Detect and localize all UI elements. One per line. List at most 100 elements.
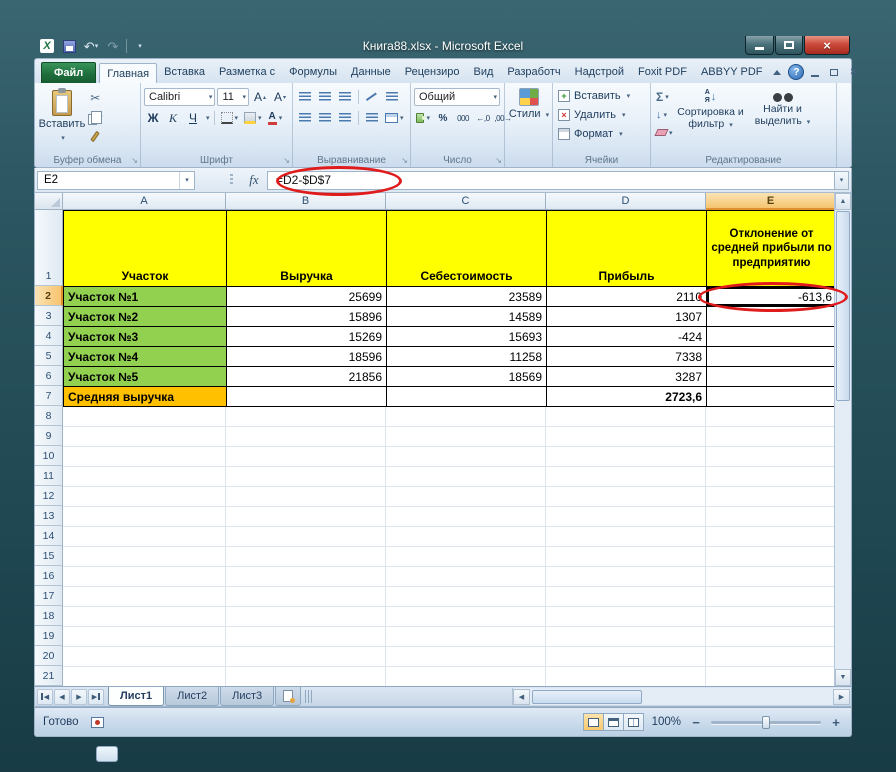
last-sheet-button[interactable]: ▶: [88, 689, 104, 705]
merge-center-button[interactable]: ▾: [383, 109, 406, 127]
row-header-16[interactable]: 16: [35, 566, 63, 586]
cell-D3[interactable]: 1307: [547, 307, 707, 327]
insert-cells-button[interactable]: +Вставить▾: [556, 86, 647, 105]
qat-customize-button[interactable]: ▾: [131, 37, 149, 55]
redo-button[interactable]: ↷: [104, 37, 122, 55]
zoom-out-button[interactable]: −: [689, 715, 703, 730]
tab-review[interactable]: Рецензиро: [398, 62, 467, 83]
number-format-select[interactable]: Общий▾: [414, 88, 500, 106]
cell-B1[interactable]: Выручка: [227, 211, 387, 287]
cell-A3[interactable]: Участок №2: [64, 307, 227, 327]
align-middle-button[interactable]: [316, 88, 334, 106]
cell-A5[interactable]: Участок №4: [64, 347, 227, 367]
workbook-minimize-button[interactable]: [807, 64, 823, 80]
cell-C6[interactable]: 18569: [387, 367, 547, 387]
italic-button[interactable]: К: [164, 109, 182, 127]
col-header-C[interactable]: C: [386, 193, 546, 210]
name-box[interactable]: E2 ▾: [37, 171, 195, 190]
tab-foxit-pdf[interactable]: Foxit PDF: [631, 62, 694, 83]
first-sheet-button[interactable]: ◀: [37, 689, 53, 705]
cell-C3[interactable]: 14589: [387, 307, 547, 327]
row-header-10[interactable]: 10: [35, 446, 63, 466]
scroll-up-button[interactable]: ▲: [835, 193, 851, 210]
save-button[interactable]: [60, 37, 78, 55]
cell-D4[interactable]: -424: [547, 327, 707, 347]
find-select-button[interactable]: Найти и выделить ▾: [747, 86, 819, 152]
tab-data[interactable]: Данные: [344, 62, 398, 83]
cell-B7[interactable]: [227, 387, 387, 407]
collapse-ribbon-button[interactable]: [769, 64, 785, 80]
row-header-5[interactable]: 5: [35, 346, 63, 366]
row-header-17[interactable]: 17: [35, 586, 63, 606]
cell-B3[interactable]: 15896: [227, 307, 387, 327]
cell-B2[interactable]: 25699: [227, 287, 387, 307]
increase-decimal-button[interactable]: ←,0: [474, 109, 492, 127]
macro-record-button[interactable]: [91, 717, 104, 728]
formula-input[interactable]: =D2-$D$7: [267, 171, 834, 190]
align-left-button[interactable]: [296, 109, 314, 127]
next-sheet-button[interactable]: ▶: [71, 689, 87, 705]
font-name-select[interactable]: Calibri▾: [144, 88, 215, 106]
cell-A4[interactable]: Участок №3: [64, 327, 227, 347]
row-header-19[interactable]: 19: [35, 626, 63, 646]
sheet-tab-list3[interactable]: Лист3: [220, 687, 274, 706]
insert-worksheet-button[interactable]: [275, 687, 301, 706]
cell-B5[interactable]: 18596: [227, 347, 387, 367]
scroll-right-button[interactable]: ▶: [833, 689, 850, 705]
row-header-20[interactable]: 20: [35, 646, 63, 666]
zoom-slider-thumb[interactable]: [762, 716, 770, 729]
row-header-4[interactable]: 4: [35, 326, 63, 346]
vertical-scrollbar[interactable]: ▲ ▼: [834, 193, 851, 686]
accounting-format-button[interactable]: ▾: [414, 109, 432, 127]
font-color-button[interactable]: А▾: [266, 109, 285, 127]
tab-developer[interactable]: Разработч: [500, 62, 567, 83]
row-header-13[interactable]: 13: [35, 506, 63, 526]
expand-formula-bar-button[interactable]: ▾: [834, 171, 849, 190]
fill-button[interactable]: ↓▾: [654, 106, 675, 123]
col-header-E[interactable]: E: [706, 193, 836, 210]
decrease-indent-button[interactable]: [363, 109, 381, 127]
cell-C2[interactable]: 23589: [387, 287, 547, 307]
col-header-A[interactable]: A: [63, 193, 226, 210]
selected-cell-E2[interactable]: -613,6: [707, 287, 836, 307]
cell-C4[interactable]: 15693: [387, 327, 547, 347]
scroll-left-button[interactable]: ◀: [513, 689, 530, 705]
help-button[interactable]: ?: [788, 64, 804, 80]
row-header-12[interactable]: 12: [35, 486, 63, 506]
cell-C1[interactable]: Себестоимость: [387, 211, 547, 287]
col-header-B[interactable]: B: [226, 193, 386, 210]
comma-style-button[interactable]: 000: [454, 109, 472, 127]
delete-cells-button[interactable]: ×Удалить▾: [556, 105, 647, 124]
row-header-9[interactable]: 9: [35, 426, 63, 446]
cell-E5[interactable]: [707, 347, 836, 367]
borders-button[interactable]: ▾: [219, 109, 241, 127]
vertical-scroll-thumb[interactable]: [836, 211, 850, 401]
cell-C5[interactable]: 11258: [387, 347, 547, 367]
dialog-launcher-icon[interactable]: ↘: [495, 157, 502, 165]
tab-file[interactable]: Файл: [41, 62, 96, 83]
cell-D1[interactable]: Прибыль: [547, 211, 707, 287]
styles-button[interactable]: Стили ▾: [508, 86, 550, 121]
tab-view[interactable]: Вид: [467, 62, 501, 83]
row-header-18[interactable]: 18: [35, 606, 63, 626]
format-cells-button[interactable]: Формат▾: [556, 124, 647, 143]
fill-color-button[interactable]: ▾: [242, 109, 264, 127]
cell-A6[interactable]: Участок №5: [64, 367, 227, 387]
row-header-6[interactable]: 6: [35, 366, 63, 386]
row-header-8[interactable]: 8: [35, 406, 63, 426]
cell-E4[interactable]: [707, 327, 836, 347]
wrap-text-button[interactable]: [383, 88, 401, 106]
cell-E1[interactable]: Отклонение от средней прибыли по предпри…: [707, 211, 836, 287]
copy-button[interactable]: ▾: [86, 108, 105, 126]
cell-D7[interactable]: 2723,6: [547, 387, 707, 407]
dialog-launcher-icon[interactable]: ↘: [401, 157, 408, 165]
horizontal-scrollbar[interactable]: ◀ ▶: [512, 688, 850, 705]
percent-style-button[interactable]: %: [434, 109, 452, 127]
paste-button[interactable]: Вставить ▾: [38, 86, 86, 152]
select-all-corner[interactable]: [35, 193, 63, 210]
autosum-button[interactable]: Σ▾: [654, 88, 675, 105]
row-header-1[interactable]: 1: [35, 210, 63, 286]
shrink-font-button[interactable]: А▾: [271, 88, 289, 106]
cell-C7[interactable]: [387, 387, 547, 407]
cell-D2[interactable]: 2110: [547, 287, 707, 307]
